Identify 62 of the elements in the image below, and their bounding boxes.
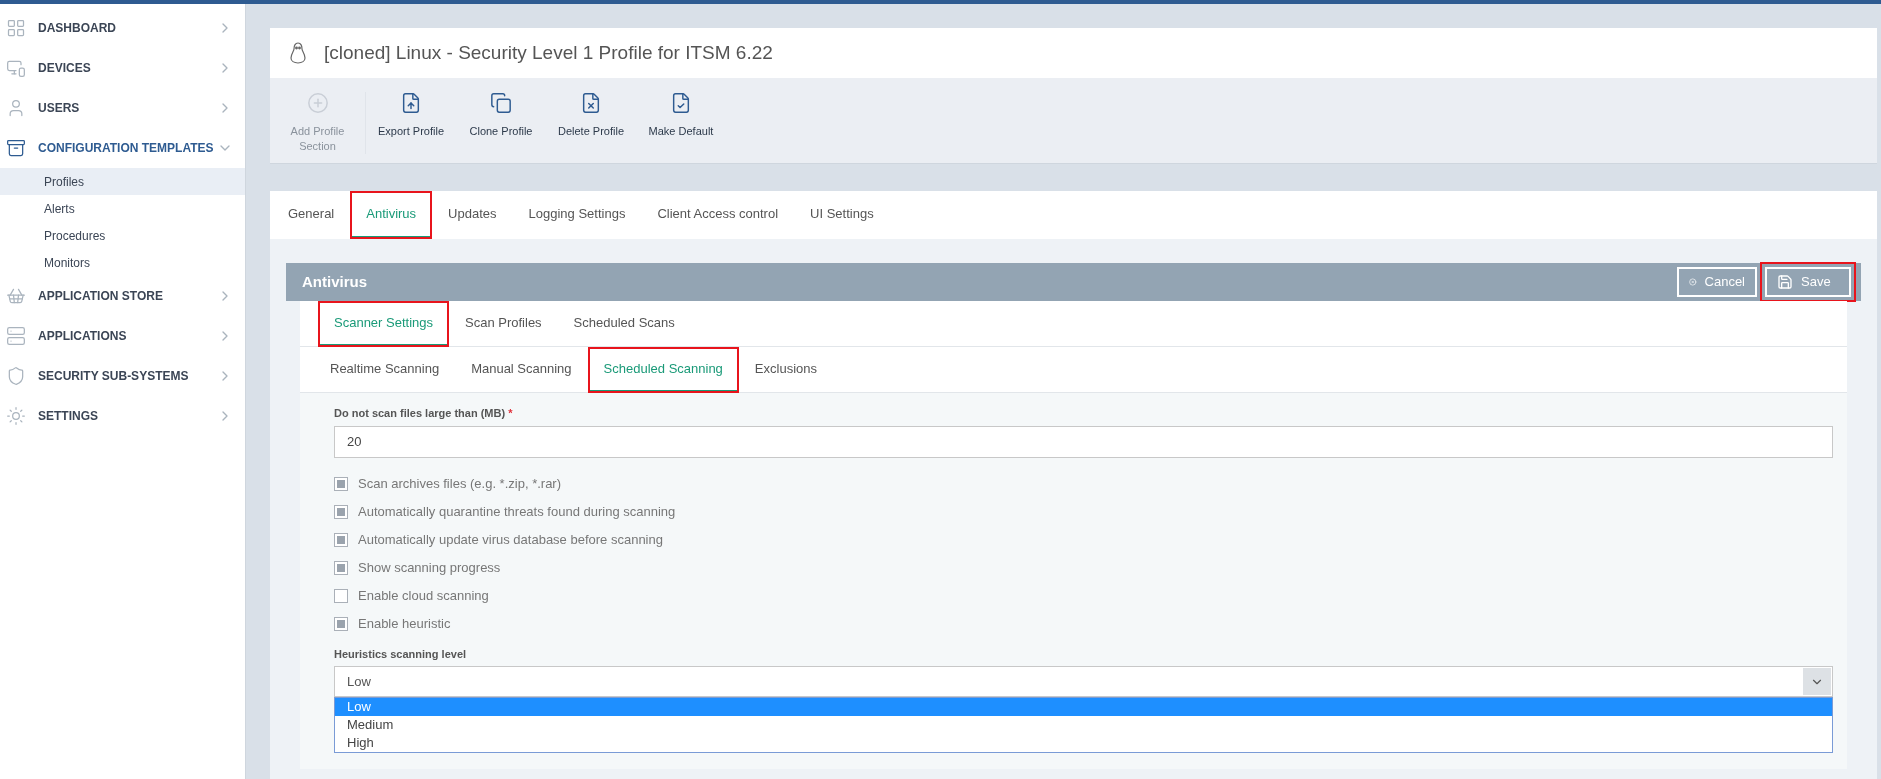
tab[interactable]: Logging Settings bbox=[512, 191, 642, 239]
checkbox-label: Enable heuristic bbox=[358, 614, 451, 633]
nav-item[interactable]: DEVICES bbox=[0, 48, 245, 88]
checkbox[interactable] bbox=[334, 504, 348, 519]
tab[interactable]: Manual Scanning bbox=[455, 347, 588, 393]
select-field[interactable]: Low bbox=[334, 666, 1833, 697]
nav-item[interactable]: APPLICATION STORE bbox=[0, 276, 245, 316]
dropdown-option[interactable]: Medium bbox=[335, 716, 1832, 734]
nav-subitem[interactable]: Profiles bbox=[0, 168, 245, 195]
devices-icon bbox=[6, 58, 26, 78]
dropdown-toggle[interactable] bbox=[1803, 668, 1831, 695]
grid-icon bbox=[6, 18, 26, 38]
toolbar-button[interactable]: Clone Profile bbox=[456, 92, 546, 139]
checkbox[interactable] bbox=[334, 476, 348, 491]
dropdown-option[interactable]: High bbox=[335, 734, 1832, 752]
checkbox-label: Scan archives files (e.g. *.zip, *.rar) bbox=[358, 474, 562, 493]
copy-icon bbox=[490, 92, 512, 114]
page-title: [cloned] Linux - Security Level 1 Profile for ITSM 6.22 bbox=[324, 40, 773, 65]
nav-subitem[interactable]: Procedures bbox=[0, 222, 245, 249]
tab[interactable]: Realtime Scanning bbox=[314, 347, 456, 393]
tab[interactable]: General bbox=[272, 191, 351, 239]
checkbox-label: Show scanning progress bbox=[358, 558, 501, 577]
nav-subitem[interactable]: Monitors bbox=[0, 249, 245, 276]
nav-item[interactable]: CONFIGURATION TEMPLATES bbox=[0, 128, 245, 168]
checkbox-label: Enable cloud scanning bbox=[358, 586, 489, 605]
checkbox[interactable] bbox=[334, 616, 348, 631]
nav-item[interactable]: USERS bbox=[0, 88, 245, 128]
toolbar-button[interactable]: Delete Profile bbox=[546, 92, 636, 139]
nav-item[interactable]: SECURITY SUB-SYSTEMS bbox=[0, 356, 245, 396]
nav-item[interactable]: SETTINGS bbox=[0, 396, 245, 436]
nav-subitem[interactable]: Alerts bbox=[0, 195, 245, 222]
nav-item[interactable]: APPLICATIONS bbox=[0, 316, 245, 356]
checkbox[interactable] bbox=[334, 588, 348, 603]
delete-icon bbox=[580, 92, 602, 114]
archive-icon bbox=[6, 138, 26, 158]
settings-icon bbox=[6, 406, 26, 426]
save-icon bbox=[1777, 274, 1793, 290]
export-icon bbox=[400, 92, 422, 114]
toolbar-button[interactable]: Export Profile bbox=[366, 92, 456, 139]
input-field[interactable]: 20 bbox=[334, 425, 1833, 458]
server-icon bbox=[6, 326, 26, 346]
checkbox-label: Automatically update virus database before scanning bbox=[358, 530, 663, 549]
tab[interactable]: Scheduled Scanning bbox=[587, 347, 739, 393]
nav-item[interactable]: DASHBOARD bbox=[0, 8, 245, 48]
tab[interactable]: Scheduled Scans bbox=[557, 301, 691, 347]
field-label: Heuristics scanning level bbox=[334, 646, 468, 662]
basket-icon bbox=[6, 286, 26, 306]
tab[interactable]: Antivirus bbox=[350, 191, 433, 239]
field-label: Do not scan files large than (MB) * bbox=[334, 406, 514, 421]
shield-icon bbox=[6, 366, 26, 386]
checkbox-label: Automatically quarantine threats found during scanning bbox=[358, 502, 676, 521]
checkbox[interactable] bbox=[334, 532, 348, 547]
tab[interactable]: Client Access control bbox=[641, 191, 795, 239]
section-title: Antivirus bbox=[302, 271, 368, 292]
check-file-icon bbox=[670, 92, 692, 114]
tab[interactable]: UI Settings bbox=[794, 191, 890, 239]
tab[interactable]: Scan Profiles bbox=[449, 301, 558, 347]
tab[interactable]: Exclusions bbox=[738, 347, 833, 393]
toolbar-button[interactable]: Make Default bbox=[636, 92, 726, 139]
add-icon bbox=[306, 92, 329, 114]
tab[interactable]: Updates bbox=[432, 191, 513, 239]
checkbox[interactable] bbox=[334, 560, 348, 575]
